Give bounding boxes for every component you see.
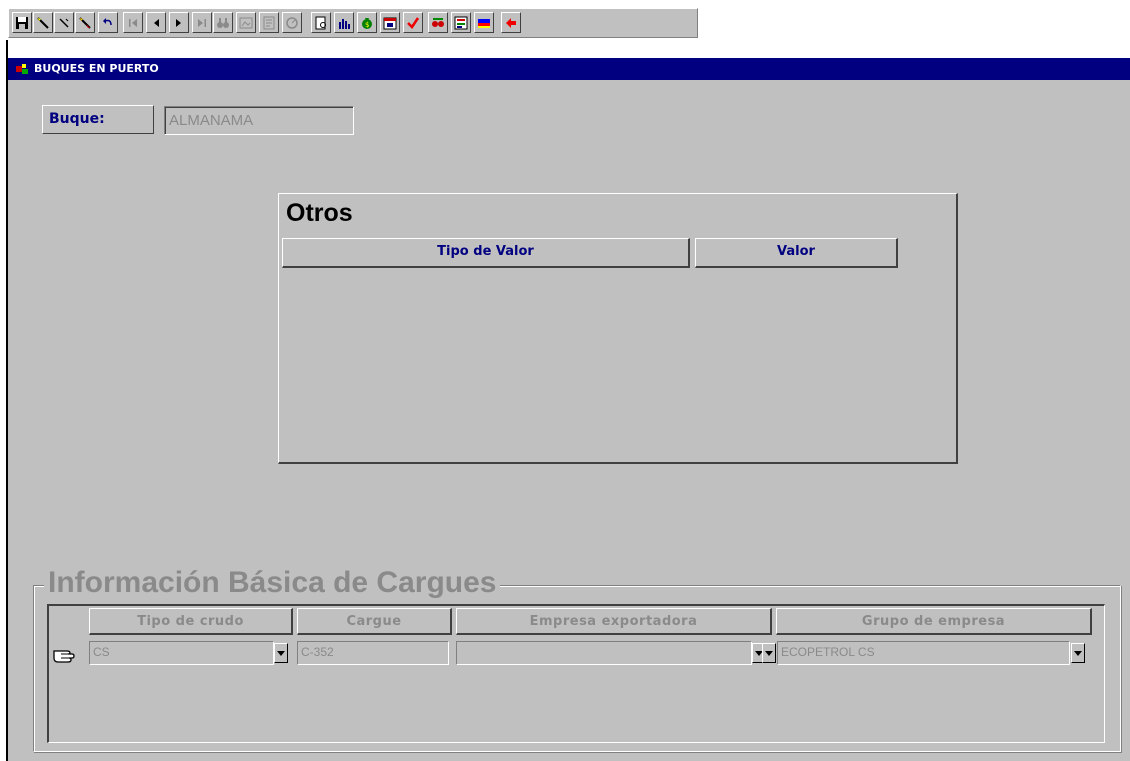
chevron-down-icon[interactable] xyxy=(762,643,776,663)
buque-label: Buque: xyxy=(42,105,154,134)
save-icon[interactable] xyxy=(12,12,32,33)
tipo-crudo-select[interactable]: CS xyxy=(89,641,274,665)
undo-icon[interactable] xyxy=(98,12,118,33)
prev-record-icon[interactable] xyxy=(146,12,166,33)
flag-icon[interactable] xyxy=(474,12,494,33)
column-header-tipo-valor[interactable]: Tipo de Valor xyxy=(282,238,690,268)
column-header-cargue[interactable]: Cargue xyxy=(297,608,452,635)
toolbar: $ xyxy=(8,8,698,38)
info-group-title: Información Básica de Cargues xyxy=(44,566,501,600)
grupo-empresa-select[interactable]: ECOPETROL CS xyxy=(777,641,1070,665)
window-title-bar: BUQUES EN PUERTO xyxy=(8,58,1130,80)
glasses-icon[interactable] xyxy=(428,12,448,33)
buque-field[interactable]: ALMANAMA xyxy=(164,106,354,135)
exit-arrow-icon[interactable] xyxy=(501,12,521,33)
otros-title: Otros xyxy=(286,199,353,227)
checkmark-icon[interactable] xyxy=(403,12,423,33)
report-icon[interactable] xyxy=(259,12,279,33)
next-record-icon[interactable] xyxy=(169,12,189,33)
cargue-field[interactable]: C-352 xyxy=(297,641,449,665)
column-header-tipo-crudo[interactable]: Tipo de crudo xyxy=(89,608,293,635)
column-header-empresa-exportadora[interactable]: Empresa exportadora xyxy=(456,608,772,635)
column-header-valor[interactable]: Valor xyxy=(695,238,898,268)
binoculars-icon[interactable] xyxy=(213,12,233,33)
form-icon[interactable] xyxy=(451,12,471,33)
last-record-icon[interactable] xyxy=(192,12,212,33)
window-title: BUQUES EN PUERTO xyxy=(34,62,159,75)
disabled-circle-icon[interactable] xyxy=(282,12,302,33)
print-preview-icon[interactable] xyxy=(311,12,331,33)
first-record-icon[interactable] xyxy=(123,12,143,33)
calendar-icon[interactable] xyxy=(380,12,400,33)
empresa-exportadora-select[interactable] xyxy=(456,641,752,665)
pen-icon[interactable] xyxy=(54,12,74,33)
chevron-down-icon[interactable] xyxy=(274,643,288,663)
otros-panel xyxy=(278,193,958,464)
svg-text:$: $ xyxy=(365,21,369,29)
app-icon xyxy=(16,64,28,74)
bar-chart-icon[interactable] xyxy=(334,12,354,33)
chevron-down-icon[interactable] xyxy=(1071,643,1085,663)
eraser-icon[interactable] xyxy=(75,12,95,33)
money-bag-icon[interactable]: $ xyxy=(357,12,377,33)
column-header-grupo-empresa[interactable]: Grupo de empresa xyxy=(776,608,1092,635)
pencil-icon[interactable] xyxy=(33,12,53,33)
image-icon[interactable] xyxy=(236,12,256,33)
row-pointer-icon xyxy=(53,650,75,663)
